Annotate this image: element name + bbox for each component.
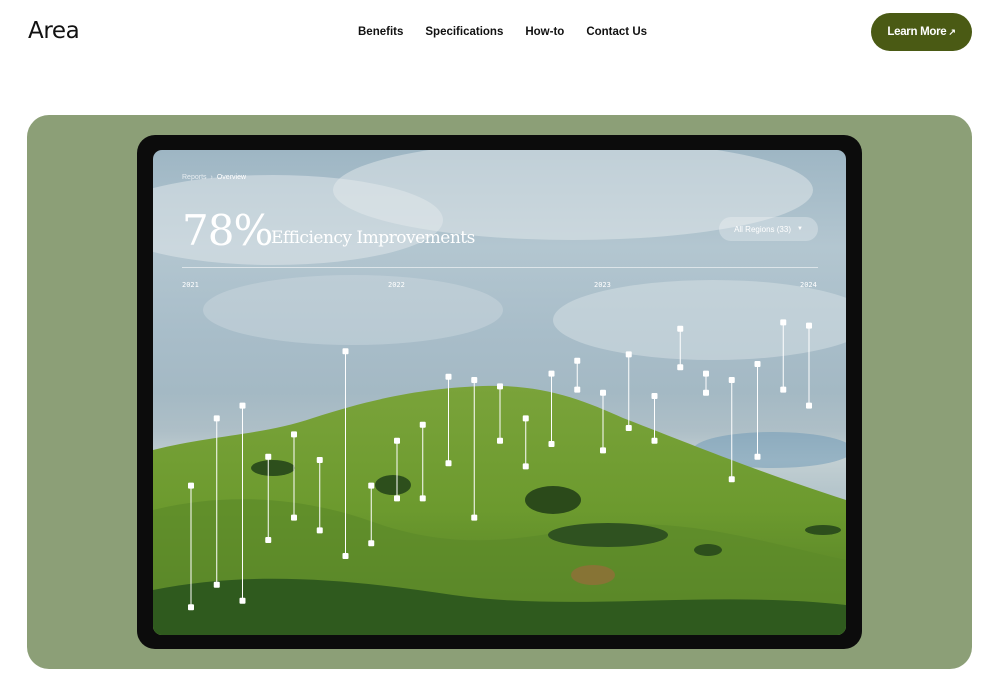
hero-section: Reports › Overview 78% Efficiency Improv… [27, 115, 972, 669]
range-low-point [574, 386, 581, 393]
range-marker[interactable] [806, 322, 812, 409]
range-marker[interactable] [291, 431, 297, 521]
range-high-point [625, 351, 632, 358]
range-high-point [574, 357, 581, 364]
range-marker[interactable] [419, 421, 426, 502]
range-marker[interactable] [471, 377, 478, 521]
range-high-point [728, 377, 735, 383]
range-high-point [471, 377, 478, 383]
range-high-point [754, 361, 761, 367]
range-marker[interactable] [342, 348, 349, 559]
range-marker[interactable] [316, 457, 323, 534]
range-high-point [213, 415, 220, 422]
range-high-point [600, 389, 606, 396]
range-chart [188, 319, 812, 611]
range-marker[interactable] [677, 325, 684, 371]
range-marker[interactable] [651, 393, 658, 444]
range-high-point [806, 322, 812, 329]
nav-contact-us[interactable]: Contact Us [586, 26, 647, 38]
nav-how-to[interactable]: How-to [525, 26, 564, 38]
range-low-point [445, 460, 452, 467]
range-high-point [497, 383, 503, 390]
range-low-point [394, 495, 400, 502]
range-marker[interactable] [497, 383, 503, 444]
nav-benefits[interactable]: Benefits [358, 26, 403, 38]
range-marker[interactable] [574, 357, 581, 393]
range-marker[interactable] [265, 453, 272, 543]
range-low-point [754, 453, 761, 460]
range-low-point [342, 553, 349, 559]
range-low-point [316, 527, 323, 534]
range-low-point [368, 540, 375, 547]
tablet-device: Reports › Overview 78% Efficiency Improv… [137, 135, 862, 649]
range-low-point [188, 604, 194, 611]
range-low-point [239, 597, 246, 604]
range-high-point [394, 437, 400, 444]
brand-logo[interactable]: Area [28, 18, 80, 44]
range-marker[interactable] [188, 482, 194, 611]
range-high-point [651, 393, 658, 399]
range-high-point [419, 421, 426, 428]
range-marker[interactable] [780, 319, 787, 393]
range-low-point [471, 514, 478, 521]
range-marker[interactable] [703, 370, 709, 396]
range-low-point [497, 437, 503, 444]
range-high-point [342, 348, 349, 355]
range-high-point [368, 482, 375, 489]
range-low-point [780, 386, 787, 393]
range-high-point [703, 370, 709, 377]
range-marker[interactable] [394, 437, 400, 502]
range-low-point [213, 581, 220, 588]
arrow-up-right-icon: ↗ [948, 26, 956, 37]
range-high-point [522, 415, 529, 422]
range-low-point [600, 447, 606, 454]
range-low-point [548, 441, 555, 447]
main-nav: Benefits Specifications How-to Contact U… [358, 26, 647, 38]
range-marker[interactable] [213, 415, 220, 588]
range-low-point [625, 425, 632, 431]
nav-specifications[interactable]: Specifications [425, 26, 503, 38]
range-marker[interactable] [239, 402, 246, 604]
range-high-point [445, 373, 452, 380]
range-low-point [651, 437, 658, 444]
range-low-point [291, 514, 297, 521]
range-low-point [522, 463, 529, 470]
range-high-point [188, 482, 194, 489]
learn-more-label: Learn More [887, 26, 947, 38]
range-marker[interactable] [522, 415, 529, 470]
range-high-point [265, 453, 272, 460]
range-low-point [677, 364, 684, 371]
range-low-point [703, 389, 709, 396]
learn-more-button[interactable]: Learn More ↗ [871, 13, 972, 51]
range-high-point [316, 457, 323, 463]
range-marker[interactable] [445, 373, 452, 467]
range-high-point [291, 431, 297, 438]
range-marker[interactable] [754, 361, 761, 460]
range-marker[interactable] [600, 389, 606, 454]
range-marker[interactable] [368, 482, 375, 547]
range-high-point [548, 370, 555, 377]
range-marker[interactable] [625, 351, 632, 431]
tablet-screen: Reports › Overview 78% Efficiency Improv… [153, 150, 846, 635]
range-low-point [419, 495, 426, 502]
range-low-point [265, 537, 272, 543]
range-marker[interactable] [728, 377, 735, 483]
range-low-point [728, 476, 735, 483]
range-high-point [780, 319, 787, 326]
range-low-point [806, 402, 812, 409]
range-marker[interactable] [548, 370, 555, 447]
range-high-point [677, 325, 684, 332]
range-high-point [239, 402, 246, 409]
